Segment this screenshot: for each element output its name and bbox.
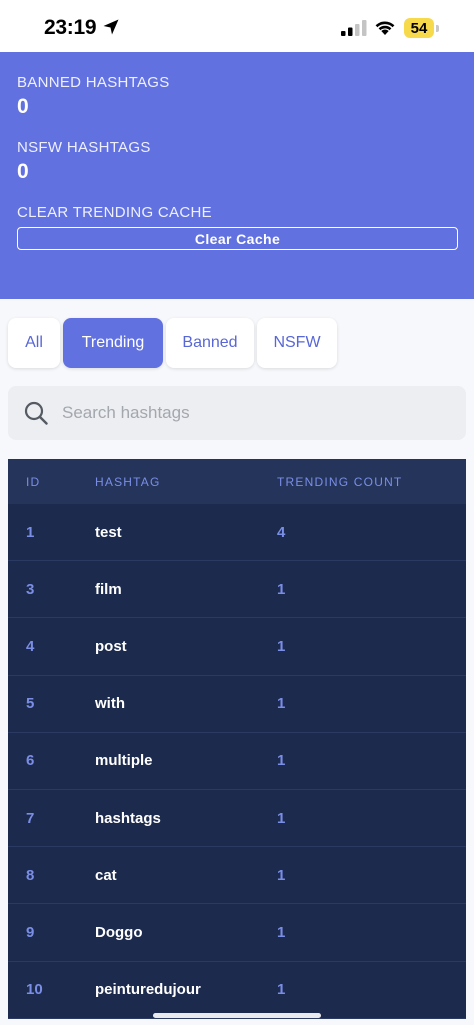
cellular-signal-icon <box>341 20 367 36</box>
clear-trending-cache-label: CLEAR TRENDING CACHE <box>17 204 212 221</box>
table-row[interactable]: 7 hashtags 1 <box>8 790 466 848</box>
row-id: 3 <box>26 580 35 598</box>
tab-nsfw[interactable]: NSFW <box>257 318 337 368</box>
hashtags-table: ID HASHTAG TRENDING COUNT 1 test 4 3 fil… <box>8 459 466 1019</box>
row-hashtag: post <box>95 637 127 655</box>
row-hashtag: cat <box>95 866 117 884</box>
table-row[interactable]: 10 peinturedujour 1 <box>8 962 466 1019</box>
row-hashtag: peinturedujour <box>95 981 201 999</box>
row-hashtag: test <box>95 523 122 541</box>
search-input[interactable] <box>62 386 452 440</box>
search-bar <box>8 386 466 440</box>
status-bar: 23:19 54 <box>0 0 474 52</box>
battery-level: 54 <box>404 18 434 38</box>
stats-panel: BANNED HASHTAGS 0 NSFW HASHTAGS 0 CLEAR … <box>0 52 474 299</box>
row-hashtag: Doggo <box>95 923 143 941</box>
location-arrow-icon <box>103 19 119 35</box>
row-count: 1 <box>277 923 286 941</box>
table-header: ID HASHTAG TRENDING COUNT <box>8 459 466 504</box>
clear-cache-button[interactable]: Clear Cache <box>17 227 458 250</box>
row-hashtag: hashtags <box>95 809 161 827</box>
table-row[interactable]: 8 cat 1 <box>8 847 466 905</box>
tab-banned[interactable]: Banned <box>166 318 254 368</box>
header-id: ID <box>26 474 41 489</box>
table-row[interactable]: 6 multiple 1 <box>8 733 466 790</box>
row-count: 1 <box>277 981 286 999</box>
row-id: 4 <box>26 637 35 655</box>
row-id: 1 <box>26 523 35 541</box>
status-time: 23:19 <box>44 16 97 39</box>
nsfw-hashtags-value: 0 <box>17 160 29 183</box>
row-count: 1 <box>277 637 286 655</box>
row-hashtag: film <box>95 580 122 598</box>
screen: 23:19 54 BANNED HASHTAGS 0 NSFW HASHTAGS… <box>0 0 474 1025</box>
row-id: 8 <box>26 866 35 884</box>
row-count: 1 <box>277 809 286 827</box>
row-id: 9 <box>26 923 35 941</box>
row-hashtag: with <box>95 695 125 713</box>
wifi-icon <box>375 21 395 35</box>
table-row[interactable]: 5 with 1 <box>8 676 466 733</box>
battery-tip <box>436 25 439 32</box>
banned-hashtags-label: BANNED HASHTAGS <box>17 74 170 91</box>
row-id: 10 <box>26 981 43 999</box>
row-id: 7 <box>26 809 35 827</box>
filter-tabs: All Trending Banned NSFW <box>0 318 474 368</box>
nsfw-hashtags-label: NSFW HASHTAGS <box>17 139 151 156</box>
row-count: 1 <box>277 580 286 598</box>
table-row[interactable]: 1 test 4 <box>8 504 466 562</box>
table-row[interactable]: 3 film 1 <box>8 561 466 619</box>
row-hashtag: multiple <box>95 752 153 770</box>
row-id: 5 <box>26 695 35 713</box>
table-row[interactable]: 9 Doggo 1 <box>8 904 466 962</box>
row-count: 1 <box>277 752 286 770</box>
tab-trending[interactable]: Trending <box>63 318 163 368</box>
search-icon <box>24 401 48 425</box>
banned-hashtags-value: 0 <box>17 95 29 118</box>
row-count: 4 <box>277 523 286 541</box>
header-hashtag: HASHTAG <box>95 474 161 489</box>
row-count: 1 <box>277 695 286 713</box>
row-id: 6 <box>26 752 35 770</box>
tab-all[interactable]: All <box>8 318 60 368</box>
home-indicator[interactable] <box>153 1013 321 1018</box>
header-trending-count: TRENDING COUNT <box>277 474 403 489</box>
table-row[interactable]: 4 post 1 <box>8 618 466 676</box>
row-count: 1 <box>277 866 286 884</box>
